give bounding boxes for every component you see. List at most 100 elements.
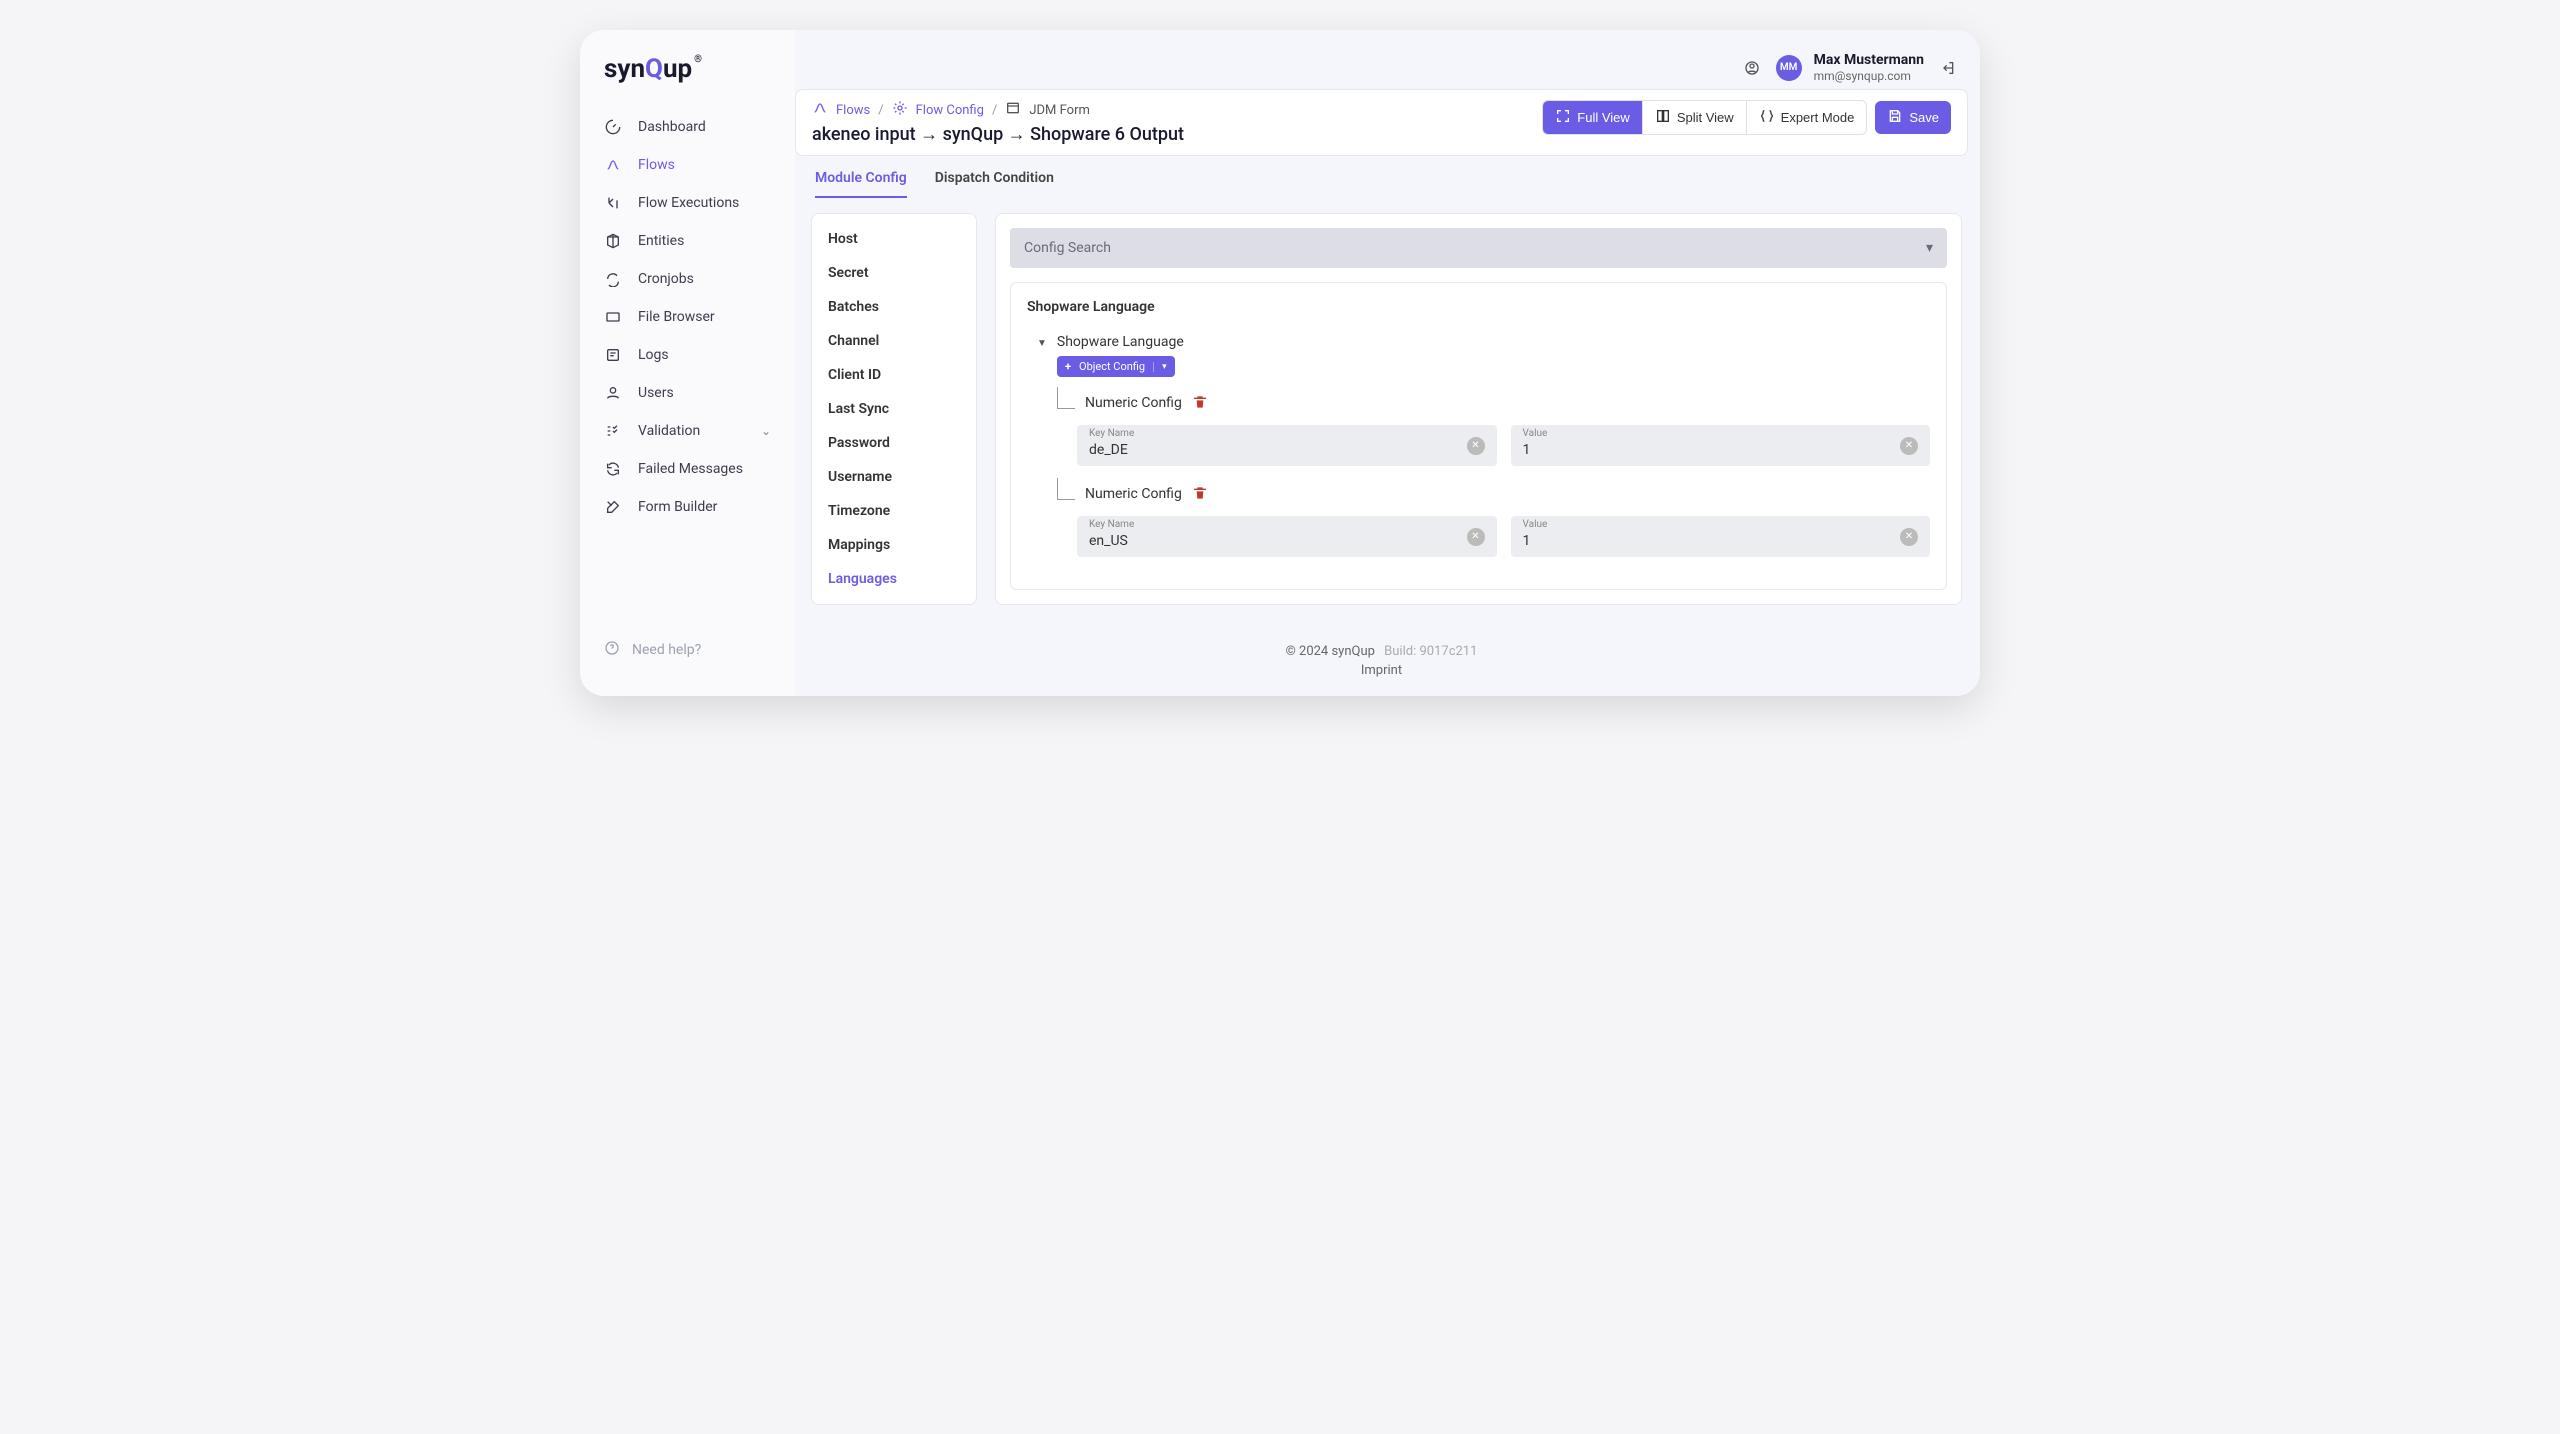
chevron-down-icon: ▾ bbox=[1153, 362, 1167, 372]
config-nav-client-id[interactable]: Client ID bbox=[812, 358, 976, 392]
header-left: Flows / Flow Config / JDM Form akeneo in… bbox=[812, 100, 1184, 145]
clear-icon[interactable]: ✕ bbox=[1467, 437, 1485, 455]
footer-imprint[interactable]: Imprint bbox=[795, 663, 1968, 678]
config-nav-last-sync[interactable]: Last Sync bbox=[812, 392, 976, 426]
user-email: mm@synqup.com bbox=[1814, 69, 1924, 83]
sidebar-item-file-browser[interactable]: File Browser bbox=[580, 298, 795, 336]
sidebar-item-label: Dashboard bbox=[638, 119, 706, 135]
avatar: MM bbox=[1776, 55, 1802, 81]
gear-icon bbox=[892, 100, 908, 120]
tab-module-config[interactable]: Module Config bbox=[815, 170, 907, 198]
object-config-button[interactable]: + Object Config ▾ bbox=[1057, 356, 1175, 377]
sidebar-item-label: Cronjobs bbox=[638, 271, 694, 287]
key-name-field[interactable]: Key Name de_DE ✕ bbox=[1077, 425, 1497, 466]
sidebar-item-label: Users bbox=[638, 385, 674, 401]
tree-root[interactable]: ▼ Shopware Language bbox=[1037, 331, 1930, 350]
tools-icon bbox=[604, 498, 622, 516]
sidebar-item-label: File Browser bbox=[638, 309, 715, 325]
sidebar-item-logs[interactable]: Logs bbox=[580, 336, 795, 374]
trash-icon[interactable] bbox=[1192, 393, 1208, 413]
config-search[interactable]: Config Search ▾ bbox=[1010, 228, 1947, 268]
config-nav-username[interactable]: Username bbox=[812, 460, 976, 494]
button-label: Split View bbox=[1677, 110, 1734, 125]
tree-root-label: Shopware Language bbox=[1057, 334, 1184, 350]
config-nav-batches[interactable]: Batches bbox=[812, 290, 976, 324]
trash-icon[interactable] bbox=[1192, 484, 1208, 504]
sidebar-item-form-builder[interactable]: Form Builder bbox=[580, 488, 795, 526]
config-nav-languages[interactable]: Languages bbox=[812, 562, 976, 596]
chevron-down-icon: ⌄ bbox=[761, 424, 771, 438]
chevron-down-icon: ▾ bbox=[1926, 240, 1933, 256]
sidebar-item-cronjobs[interactable]: Cronjobs bbox=[580, 260, 795, 298]
field-label: Key Name bbox=[1089, 519, 1134, 530]
profile-icon[interactable] bbox=[1744, 60, 1760, 76]
value-field[interactable]: Value 1 ✕ bbox=[1511, 516, 1931, 557]
value-field[interactable]: Value 1 ✕ bbox=[1511, 425, 1931, 466]
braces-icon bbox=[1759, 108, 1775, 127]
numeric-config-label: Numeric Config bbox=[1085, 486, 1182, 502]
search-placeholder: Config Search bbox=[1024, 240, 1111, 256]
tree-connector bbox=[1057, 478, 1075, 500]
flow-icon bbox=[604, 156, 622, 174]
breadcrumb-flow-config[interactable]: Flow Config bbox=[916, 103, 984, 118]
field-value: 1 bbox=[1523, 520, 1901, 553]
breadcrumb-flows[interactable]: Flows bbox=[836, 103, 870, 118]
topbar: MM Max Mustermann mm@synqup.com bbox=[795, 42, 1968, 89]
sidebar-item-users[interactable]: Users bbox=[580, 374, 795, 412]
field-row-1: Key Name de_DE ✕ Value 1 ✕ bbox=[1077, 425, 1930, 466]
config-nav-host[interactable]: Host bbox=[812, 222, 976, 256]
tab-dispatch-condition[interactable]: Dispatch Condition bbox=[935, 170, 1054, 198]
chip-label: Object Config bbox=[1079, 360, 1145, 373]
numeric-config-row-1: Numeric Config bbox=[1057, 387, 1930, 419]
user-icon bbox=[604, 384, 622, 402]
field-label: Value bbox=[1523, 519, 1548, 530]
sidebar-item-label: Form Builder bbox=[638, 499, 717, 515]
sidebar-item-flows[interactable]: Flows bbox=[580, 146, 795, 184]
sidebar-item-flow-executions[interactable]: Flow Executions bbox=[580, 184, 795, 222]
footer: © 2024 synQup Build: 9017c211 Imprint bbox=[795, 625, 1968, 696]
expert-mode-button[interactable]: Expert Mode bbox=[1747, 101, 1867, 134]
sidebar: synQup® Dashboard Flows Flow Executions bbox=[580, 30, 795, 696]
brand-registered: ® bbox=[694, 54, 702, 65]
field-row-2: Key Name en_US ✕ Value 1 ✕ bbox=[1077, 516, 1930, 557]
footer-copyright: © 2024 synQup bbox=[1286, 644, 1375, 659]
help-label: Need help? bbox=[632, 642, 701, 658]
cube-icon bbox=[604, 232, 622, 250]
config-nav-secret[interactable]: Secret bbox=[812, 256, 976, 290]
config-nav-mappings[interactable]: Mappings bbox=[812, 528, 976, 562]
user-info[interactable]: MM Max Mustermann mm@synqup.com bbox=[1776, 52, 1924, 83]
clear-icon[interactable]: ✕ bbox=[1467, 528, 1485, 546]
user-text: Max Mustermann mm@synqup.com bbox=[1814, 52, 1924, 83]
config-nav-password[interactable]: Password bbox=[812, 426, 976, 460]
build-prefix: Build: bbox=[1384, 644, 1416, 659]
config-nav-timezone[interactable]: Timezone bbox=[812, 494, 976, 528]
sidebar-item-dashboard[interactable]: Dashboard bbox=[580, 108, 795, 146]
clear-icon[interactable]: ✕ bbox=[1900, 528, 1918, 546]
sidebar-help[interactable]: Need help? bbox=[580, 624, 795, 676]
save-button[interactable]: Save bbox=[1875, 101, 1951, 134]
full-view-button[interactable]: Full View bbox=[1543, 101, 1643, 134]
save-icon bbox=[1887, 108, 1903, 127]
config-nav-channel[interactable]: Channel bbox=[812, 324, 976, 358]
brand-text-a: syn bbox=[604, 54, 645, 84]
sidebar-item-failed-messages[interactable]: Failed Messages bbox=[580, 450, 795, 488]
main: MM Max Mustermann mm@synqup.com Flows / bbox=[795, 30, 1980, 696]
logout-icon[interactable] bbox=[1940, 60, 1956, 76]
tree-connector bbox=[1057, 387, 1075, 409]
retry-icon bbox=[604, 460, 622, 478]
sidebar-item-entities[interactable]: Entities bbox=[580, 222, 795, 260]
key-name-field[interactable]: Key Name en_US ✕ bbox=[1077, 516, 1497, 557]
breadcrumb: Flows / Flow Config / JDM Form bbox=[812, 100, 1184, 120]
fullscreen-icon bbox=[1555, 108, 1571, 127]
split-view-button[interactable]: Split View bbox=[1643, 101, 1747, 134]
sidebar-item-validation[interactable]: Validation ⌄ bbox=[580, 412, 795, 450]
user-name: Max Mustermann bbox=[1814, 52, 1924, 69]
tabs: Module Config Dispatch Condition bbox=[795, 156, 1968, 199]
sidebar-item-label: Validation bbox=[638, 423, 700, 439]
clear-icon[interactable]: ✕ bbox=[1900, 437, 1918, 455]
button-label: Full View bbox=[1577, 110, 1630, 125]
plus-icon: + bbox=[1065, 360, 1071, 373]
brand-text-b: up bbox=[663, 54, 692, 84]
sidebar-item-label: Failed Messages bbox=[638, 461, 743, 477]
sidebar-item-label: Flows bbox=[638, 157, 675, 173]
